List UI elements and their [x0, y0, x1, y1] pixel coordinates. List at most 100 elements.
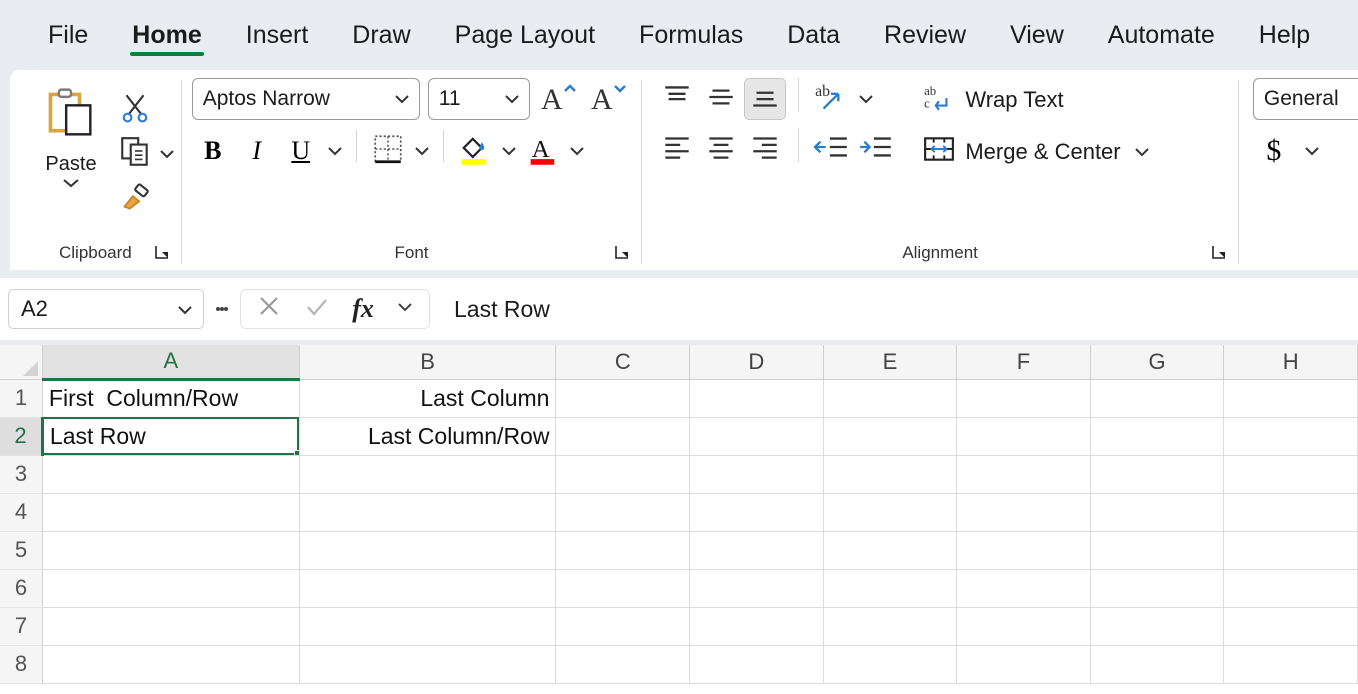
cell-H2[interactable]: [1224, 417, 1358, 455]
cell-C2[interactable]: [556, 417, 690, 455]
cell-D4[interactable]: [690, 493, 824, 531]
ribbon-tab-draw[interactable]: Draw: [330, 12, 432, 58]
paste-button[interactable]: Paste: [24, 78, 118, 195]
cell-E4[interactable]: [823, 493, 957, 531]
align-bottom-button[interactable]: [744, 78, 786, 120]
ribbon-tab-data[interactable]: Data: [765, 12, 862, 58]
underline-chevron-down-icon[interactable]: [324, 130, 346, 172]
cell-H7[interactable]: [1224, 607, 1358, 645]
cell-A5[interactable]: [42, 531, 299, 569]
font-size-combobox[interactable]: 11: [428, 78, 530, 120]
cell-E7[interactable]: [823, 607, 957, 645]
column-header-A[interactable]: A: [42, 345, 299, 379]
cell-F2[interactable]: [957, 417, 1091, 455]
cell-F3[interactable]: [957, 455, 1091, 493]
cell-G2[interactable]: [1090, 417, 1224, 455]
cell-B4[interactable]: [299, 493, 556, 531]
orientation-chevron-down-icon[interactable]: [855, 78, 877, 120]
cell-H4[interactable]: [1224, 493, 1358, 531]
ribbon-tab-formulas[interactable]: Formulas: [617, 12, 765, 58]
fill-color-chevron-down-icon[interactable]: [498, 130, 520, 172]
cut-button[interactable]: [118, 90, 178, 130]
cell-A7[interactable]: [42, 607, 299, 645]
cell-A3[interactable]: [42, 455, 299, 493]
format-painter-button[interactable]: [118, 178, 178, 218]
orientation-button[interactable]: ab: [811, 78, 853, 120]
ribbon-tab-insert[interactable]: Insert: [224, 12, 331, 58]
cell-B2[interactable]: Last Column/Row: [299, 417, 556, 455]
fill-color-button[interactable]: [454, 130, 496, 172]
column-header-E[interactable]: E: [823, 345, 957, 379]
wrap-text-button[interactable]: ab c Wrap Text: [915, 78, 1160, 122]
cell-D2[interactable]: [690, 417, 824, 455]
font-name-combobox[interactable]: Aptos Narrow: [192, 78, 420, 120]
cell-C4[interactable]: [556, 493, 690, 531]
cell-A8[interactable]: [42, 645, 299, 683]
row-header-7[interactable]: 7: [0, 607, 42, 645]
copy-button[interactable]: [118, 134, 178, 174]
paste-chevron-down-icon[interactable]: [61, 176, 81, 195]
copy-chevron-down-icon[interactable]: [156, 133, 178, 175]
row-header-2[interactable]: 2: [0, 417, 42, 455]
ribbon-tab-view[interactable]: View: [988, 12, 1086, 58]
cell-G3[interactable]: [1090, 455, 1224, 493]
formula-input[interactable]: Last Row: [436, 289, 1350, 329]
font-color-chevron-down-icon[interactable]: [566, 130, 588, 172]
cell-H8[interactable]: [1224, 645, 1358, 683]
font-color-button[interactable]: A: [522, 130, 564, 172]
cell-C3[interactable]: [556, 455, 690, 493]
enter-check-icon[interactable]: [304, 294, 330, 325]
cell-F5[interactable]: [957, 531, 1091, 569]
merge-and-center-button[interactable]: Merge & Center: [915, 130, 1160, 174]
chevron-down-icon[interactable]: [175, 296, 195, 322]
cell-G4[interactable]: [1090, 493, 1224, 531]
cell-E1[interactable]: [823, 379, 957, 417]
cell-E8[interactable]: [823, 645, 957, 683]
cell-D1[interactable]: [690, 379, 824, 417]
increase-font-size-button[interactable]: A: [538, 78, 580, 120]
row-header-4[interactable]: 4: [0, 493, 42, 531]
cell-H3[interactable]: [1224, 455, 1358, 493]
decrease-indent-button[interactable]: [811, 128, 853, 170]
cell-B7[interactable]: [299, 607, 556, 645]
underline-button[interactable]: U: [280, 130, 322, 172]
row-header-1[interactable]: 1: [0, 379, 42, 417]
cell-D8[interactable]: [690, 645, 824, 683]
align-left-button[interactable]: [656, 128, 698, 170]
cell-E6[interactable]: [823, 569, 957, 607]
formula-chevron-down-icon[interactable]: [396, 300, 414, 318]
ribbon-tab-file[interactable]: File: [26, 12, 110, 58]
row-header-5[interactable]: 5: [0, 531, 42, 569]
column-header-F[interactable]: F: [957, 345, 1091, 379]
name-box[interactable]: A2: [8, 289, 204, 329]
cell-F7[interactable]: [957, 607, 1091, 645]
cell-G6[interactable]: [1090, 569, 1224, 607]
cell-F8[interactable]: [957, 645, 1091, 683]
insert-function-fx-icon[interactable]: fx: [352, 294, 374, 324]
italic-button[interactable]: I: [236, 130, 278, 172]
cell-F4[interactable]: [957, 493, 1091, 531]
cell-A1[interactable]: First Column/Row: [42, 379, 299, 417]
cell-B6[interactable]: [299, 569, 556, 607]
cell-C8[interactable]: [556, 645, 690, 683]
ribbon-tab-home[interactable]: Home: [110, 12, 223, 58]
column-header-D[interactable]: D: [690, 345, 824, 379]
cell-H6[interactable]: [1224, 569, 1358, 607]
cell-C1[interactable]: [556, 379, 690, 417]
cell-H1[interactable]: [1224, 379, 1358, 417]
merge-center-chevron-down-icon[interactable]: [1131, 131, 1153, 173]
cell-F6[interactable]: [957, 569, 1091, 607]
cell-G1[interactable]: [1090, 379, 1224, 417]
accounting-format-button[interactable]: $: [1253, 130, 1295, 172]
cell-B8[interactable]: [299, 645, 556, 683]
cell-A6[interactable]: [42, 569, 299, 607]
cell-H5[interactable]: [1224, 531, 1358, 569]
column-header-G[interactable]: G: [1090, 345, 1224, 379]
column-header-B[interactable]: B: [299, 345, 556, 379]
cell-D7[interactable]: [690, 607, 824, 645]
row-header-6[interactable]: 6: [0, 569, 42, 607]
ribbon-tab-automate[interactable]: Automate: [1086, 12, 1237, 58]
ribbon-tab-help[interactable]: Help: [1237, 12, 1332, 58]
name-box-overflow-icon[interactable]: [210, 289, 234, 329]
column-header-H[interactable]: H: [1224, 345, 1358, 379]
